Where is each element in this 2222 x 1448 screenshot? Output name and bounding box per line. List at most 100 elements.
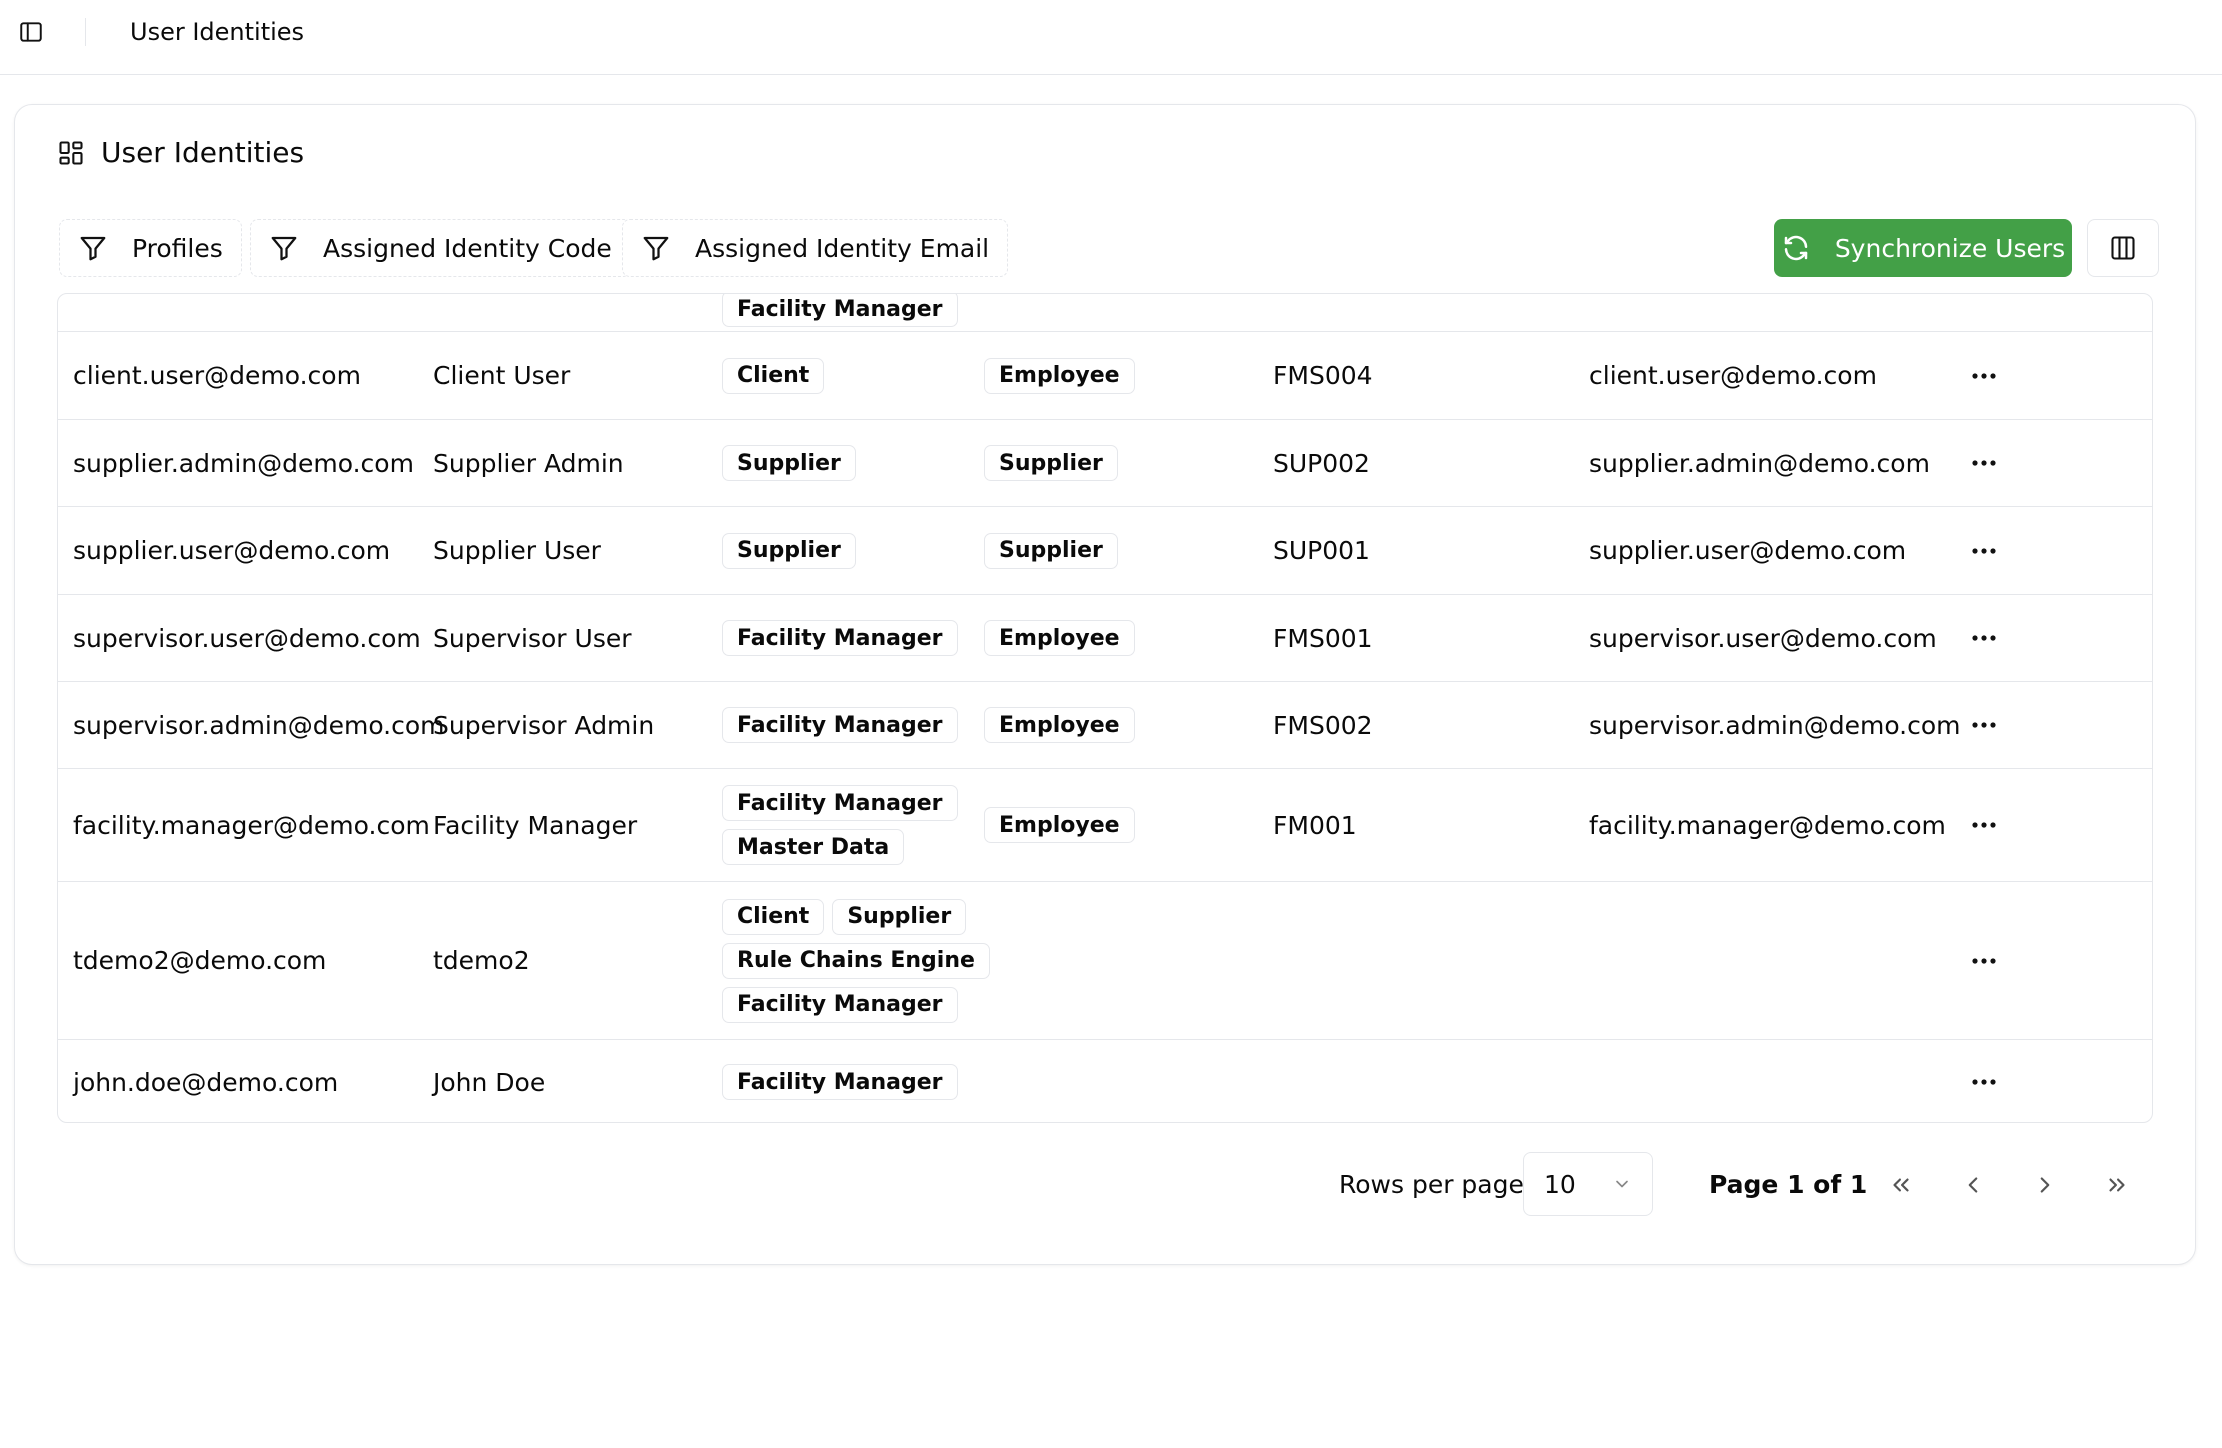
identity-code-cell: FMS001 (1273, 623, 1373, 653)
more-actions-icon[interactable] (1964, 531, 2004, 571)
profiles-cell: Supplier (722, 420, 856, 506)
type-cell: Supplier (984, 420, 1118, 506)
rows-per-page-value: 10 (1544, 1169, 1576, 1199)
actions-cell (1964, 882, 2004, 1039)
table-row[interactable]: supervisor.user@demo.com Supervisor User… (58, 595, 2152, 682)
page-title: User Identities (130, 18, 305, 46)
actions-cell (1964, 1040, 2004, 1122)
layout-grid-icon (57, 139, 85, 167)
type-cell: Employee (984, 682, 1135, 768)
more-actions-icon[interactable] (1964, 805, 2004, 845)
profile-badge: Client (722, 898, 825, 935)
type-cell: Employee (984, 595, 1135, 681)
type-badge: Employee (984, 620, 1135, 656)
table-row[interactable]: supplier.user@demo.com Supplier User Sup… (58, 507, 2152, 595)
email-cell: supplier.admin@demo.com (73, 448, 414, 478)
profiles-cell: Facility Manager (722, 1040, 958, 1122)
filter-icon (269, 233, 299, 263)
identity-email-cell: supplier.user@demo.com (1589, 536, 1907, 565)
profile-badge: Supplier (722, 532, 856, 569)
profile-badge: Rule Chains Engine (722, 942, 990, 979)
card-header: User Identities (57, 133, 304, 173)
actions-cell (1964, 595, 2004, 681)
filter-assigned-identity-email-button[interactable]: Assigned Identity Email (622, 219, 1009, 277)
profile-badge: Facility Manager (722, 620, 958, 656)
rows-per-page-select[interactable]: 10 (1523, 1152, 1653, 1216)
card-title: User Identities (101, 136, 305, 169)
email-cell: supervisor.admin@demo.com (73, 710, 445, 740)
email-cell: supplier.user@demo.com (73, 536, 391, 565)
actions-cell (1964, 332, 2004, 419)
type-badge: Supplier (984, 445, 1118, 481)
more-actions-icon[interactable] (1964, 356, 2004, 396)
table-row-partial: Facility Manager (58, 294, 2152, 332)
more-actions-icon[interactable] (1964, 941, 2004, 981)
filter-label: Assigned Identity Email (695, 233, 990, 263)
table-row[interactable]: supplier.admin@demo.com Supplier Admin S… (58, 420, 2152, 507)
name-cell: John Doe (433, 1067, 546, 1097)
identity-email-cell: supervisor.user@demo.com (1589, 623, 1937, 653)
table-row[interactable]: client.user@demo.com Client User Client … (58, 332, 2152, 420)
email-cell: supervisor.user@demo.com (73, 623, 421, 653)
filter-profiles-button[interactable]: Profiles (59, 219, 242, 277)
identity-code-cell: SUP002 (1273, 448, 1370, 478)
profile-badge: Supplier (832, 898, 967, 935)
table-row[interactable]: john.doe@demo.com John Doe Facility Mana… (58, 1040, 2152, 1122)
name-cell: Supervisor User (433, 623, 632, 653)
chevron-left-icon (1960, 1172, 1986, 1198)
columns-toggle-button[interactable] (2087, 219, 2159, 277)
identities-table: Facility Manager client.user@demo.com Cl… (57, 293, 2153, 1123)
first-page-button[interactable] (1879, 1163, 1923, 1207)
table-row[interactable]: tdemo2@demo.com tdemo2 Client Supplier R… (58, 882, 2152, 1040)
refresh-icon (1781, 233, 1811, 263)
name-cell: Facility Manager (433, 810, 638, 840)
topbar-divider (85, 18, 86, 46)
identities-card: User Identities Profiles Assigned Identi… (14, 104, 2196, 1265)
sidebar-toggle-icon[interactable] (17, 18, 45, 46)
identity-code-cell: FMS002 (1273, 710, 1373, 740)
profiles-cell: Client Supplier Rule Chains Engine Facil… (722, 882, 990, 1039)
identity-email-cell: supervisor.admin@demo.com (1589, 710, 1961, 740)
more-actions-icon[interactable] (1964, 1062, 2004, 1102)
chevron-down-icon (1612, 1174, 1632, 1194)
more-actions-icon[interactable] (1964, 618, 2004, 658)
profiles-cell: Facility Manager Master Data (722, 769, 958, 881)
profile-badge: Client (722, 357, 825, 394)
profiles-cell: Facility Manager (722, 682, 958, 768)
previous-page-button[interactable] (1951, 1163, 1995, 1207)
profiles-cell: Facility Manager (722, 595, 958, 681)
type-cell: Employee (984, 332, 1135, 419)
synchronize-users-button[interactable]: Synchronize Users (1774, 219, 2072, 277)
actions-cell (1964, 682, 2004, 768)
identity-code-cell: FM001 (1273, 810, 1357, 840)
identity-email-cell: supplier.admin@demo.com (1589, 448, 1930, 478)
type-badge: Supplier (984, 532, 1118, 569)
filter-assigned-identity-code-button[interactable]: Assigned Identity Code (250, 219, 631, 277)
identity-code-cell: SUP001 (1273, 536, 1370, 565)
profile-badge: Facility Manager (722, 294, 958, 327)
actions-cell (1964, 420, 2004, 506)
page-info: Page 1 of 1 (1709, 1170, 1868, 1199)
profile-badge: Facility Manager (722, 1064, 958, 1100)
profile-badge: Supplier (722, 445, 856, 481)
email-cell: tdemo2@demo.com (73, 946, 327, 975)
profile-badge: Facility Manager (722, 707, 958, 743)
filter-icon (78, 233, 108, 263)
profiles-cell: Facility Manager (722, 294, 958, 331)
more-actions-icon[interactable] (1964, 443, 2004, 483)
filter-label: Profiles (132, 233, 223, 263)
chevron-right-icon (2032, 1172, 2058, 1198)
profiles-cell: Supplier (722, 507, 856, 594)
type-badge: Employee (984, 357, 1135, 394)
chevrons-right-icon (2104, 1172, 2130, 1198)
email-cell: client.user@demo.com (73, 361, 361, 390)
filter-label: Assigned Identity Code (323, 233, 612, 263)
next-page-button[interactable] (2023, 1163, 2067, 1207)
last-page-button[interactable] (2095, 1163, 2139, 1207)
identity-code-cell: FMS004 (1273, 361, 1373, 390)
table-row[interactable]: facility.manager@demo.com Facility Manag… (58, 769, 2152, 882)
top-bar: User Identities (0, 0, 2222, 75)
email-cell: facility.manager@demo.com (73, 810, 430, 840)
more-actions-icon[interactable] (1964, 705, 2004, 745)
table-row[interactable]: supervisor.admin@demo.com Supervisor Adm… (58, 682, 2152, 769)
